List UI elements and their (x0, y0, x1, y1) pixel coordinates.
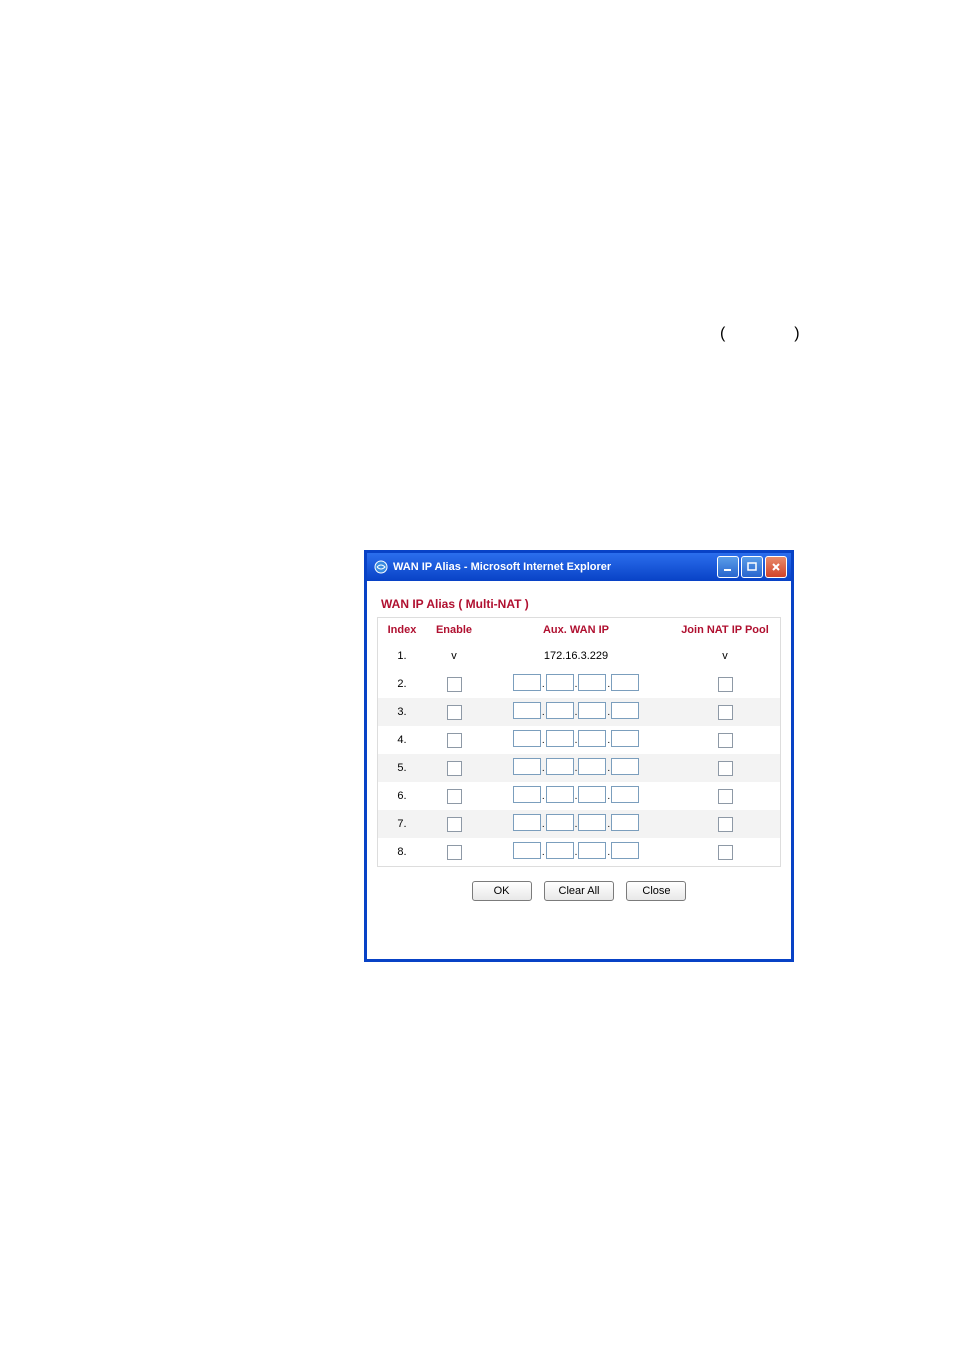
natpool-checkbox[interactable] (718, 789, 733, 804)
maximize-button[interactable] (741, 556, 763, 578)
enable-checkbox[interactable] (447, 845, 462, 860)
table-row: 8. ... (378, 838, 781, 867)
natpool-checkbox[interactable] (718, 733, 733, 748)
row-index: 4. (378, 726, 427, 754)
natpool-checkbox[interactable] (718, 845, 733, 860)
row-index: 5. (378, 754, 427, 782)
row-index: 6. (378, 782, 427, 810)
header-natpool: Join NAT IP Pool (670, 618, 781, 643)
enable-checkbox[interactable] (447, 817, 462, 832)
row-index: 2. (378, 670, 427, 698)
ip-input[interactable]: ... (513, 702, 639, 719)
ok-button[interactable]: OK (472, 881, 532, 901)
natpool-checkbox[interactable] (718, 705, 733, 720)
natpool-checkbox[interactable] (718, 761, 733, 776)
paren-close: ) (794, 325, 799, 342)
close-button[interactable] (765, 556, 787, 578)
enable-checkbox[interactable] (447, 705, 462, 720)
clear-all-button[interactable]: Clear All (544, 881, 615, 901)
enable-check: v (451, 650, 457, 662)
enable-checkbox[interactable] (447, 733, 462, 748)
section-title: WAN IP Alias ( Multi-NAT ) (381, 597, 781, 611)
paren-open: ( (720, 325, 725, 342)
aux-ip-value: 172.16.3.229 (482, 642, 670, 670)
enable-checkbox[interactable] (447, 789, 462, 804)
natpool-check: v (722, 650, 728, 662)
ip-input[interactable]: ... (513, 758, 639, 775)
titlebar: WAN IP Alias - Microsoft Internet Explor… (367, 553, 791, 581)
row-index: 3. (378, 698, 427, 726)
header-index: Index (378, 618, 427, 643)
ip-input[interactable]: ... (513, 674, 639, 691)
ip-input[interactable]: ... (513, 814, 639, 831)
header-auxip: Aux. WAN IP (482, 618, 670, 643)
table-row: 7. ... (378, 810, 781, 838)
alias-table: Index Enable Aux. WAN IP Join NAT IP Poo… (377, 617, 781, 867)
enable-checkbox[interactable] (447, 761, 462, 776)
wan-ip-alias-window: WAN IP Alias - Microsoft Internet Explor… (364, 550, 794, 962)
window-title: WAN IP Alias - Microsoft Internet Explor… (393, 561, 611, 573)
table-row: 3. ... (378, 698, 781, 726)
table-row: 1. v 172.16.3.229 v (378, 642, 781, 670)
table-row: 6. ... (378, 782, 781, 810)
natpool-checkbox[interactable] (718, 817, 733, 832)
row-index: 7. (378, 810, 427, 838)
header-enable: Enable (426, 618, 482, 643)
row-index: 1. (378, 642, 427, 670)
ip-input[interactable]: ... (513, 730, 639, 747)
table-row: 2. ... (378, 670, 781, 698)
table-row: 4. ... (378, 726, 781, 754)
ip-input[interactable]: ... (513, 786, 639, 803)
natpool-checkbox[interactable] (718, 677, 733, 692)
close-button-form[interactable]: Close (626, 881, 686, 901)
enable-checkbox[interactable] (447, 677, 462, 692)
minimize-button[interactable] (717, 556, 739, 578)
ie-icon (373, 559, 389, 575)
table-row: 5. ... (378, 754, 781, 782)
ip-input[interactable]: ... (513, 842, 639, 859)
row-index: 8. (378, 838, 427, 867)
